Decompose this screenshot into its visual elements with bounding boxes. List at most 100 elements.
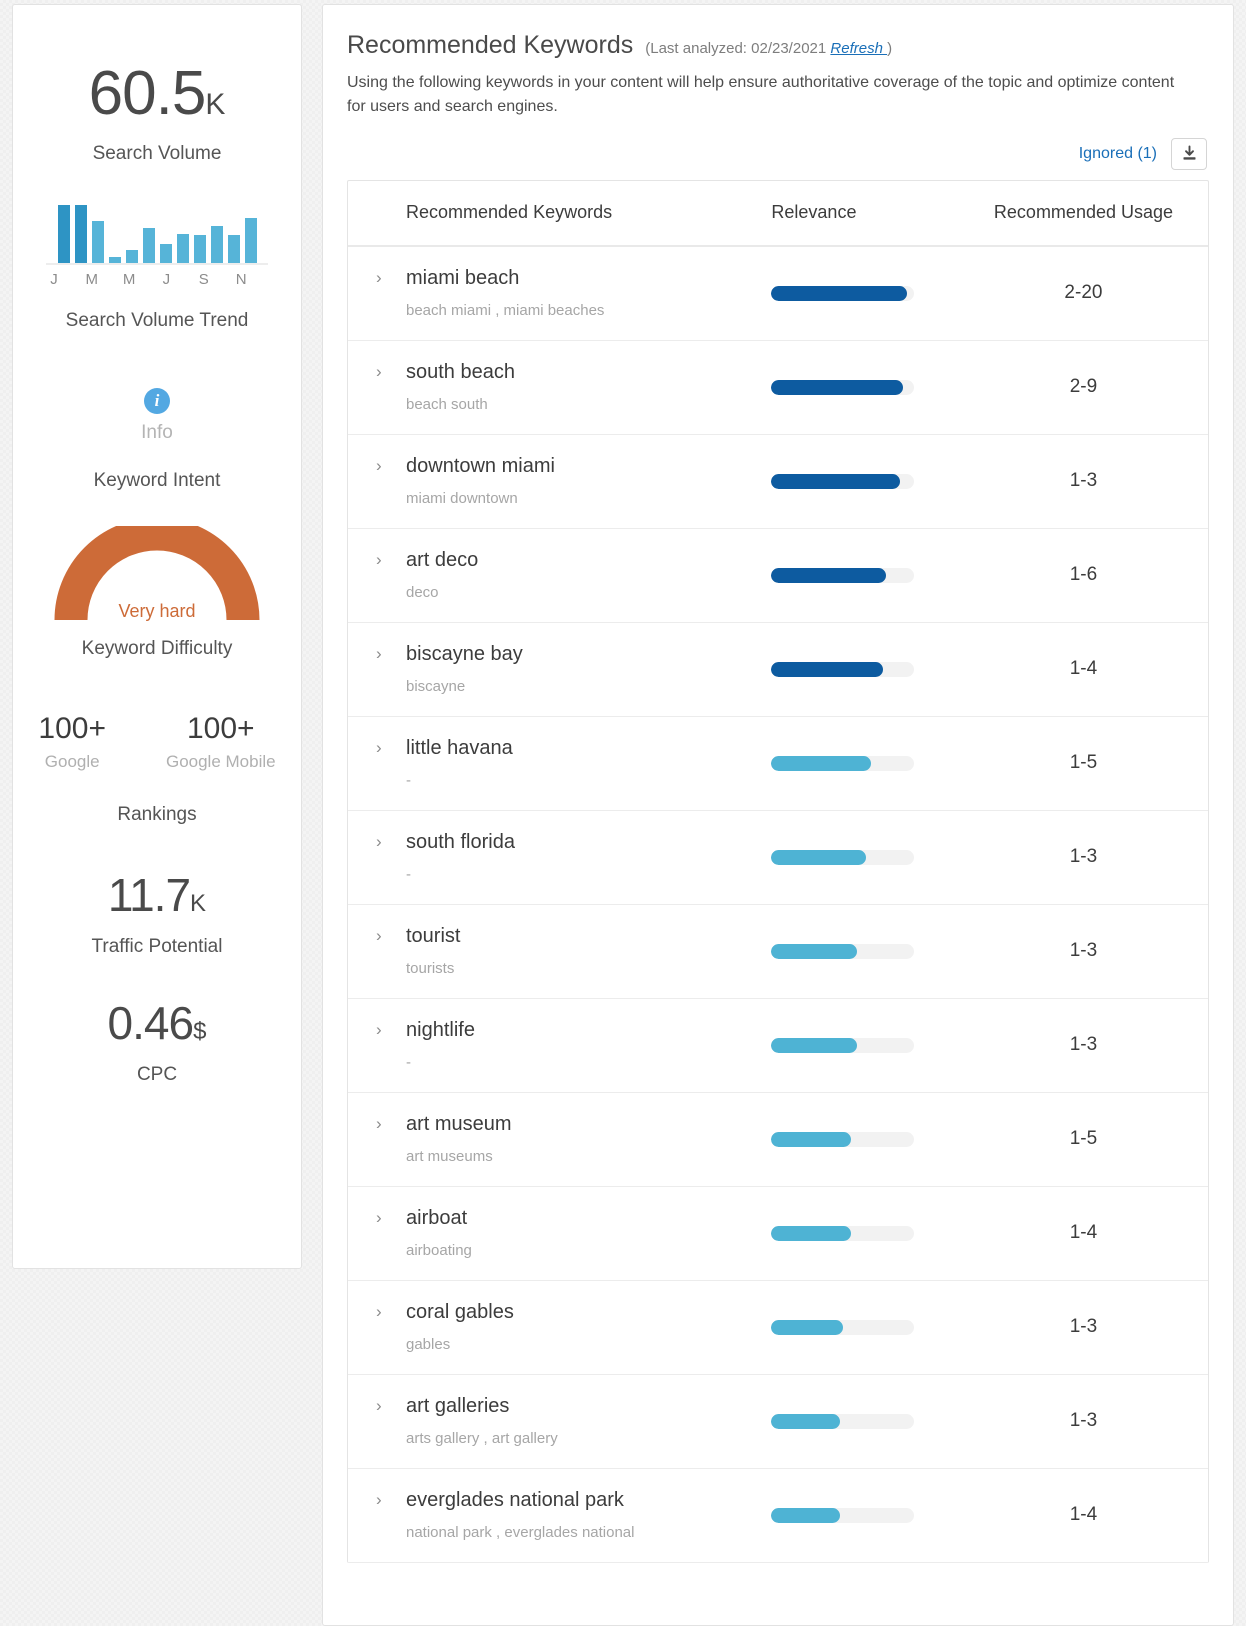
ranking-google: 100+ Google bbox=[38, 712, 106, 772]
keyword-name: coral gables bbox=[406, 1301, 514, 1324]
relevance-bar-fill bbox=[771, 661, 883, 677]
info-icon[interactable]: i bbox=[144, 388, 170, 414]
keyword-variants: art museums bbox=[406, 1148, 493, 1166]
sparkline-bar bbox=[125, 249, 138, 263]
keyword-variants: beach miami , miami beaches bbox=[406, 302, 605, 320]
table-row[interactable]: › miami beach beach miami , miami beaches 2… bbox=[348, 247, 1208, 341]
table-header-row: Recommended Keywords Relevance Recommend… bbox=[348, 181, 1208, 247]
table-row[interactable]: › biscayne bay biscayne 1-4 bbox=[348, 623, 1208, 717]
relevance-bar-track bbox=[771, 1507, 915, 1523]
keyword-variants: biscayne bbox=[406, 678, 466, 696]
table-body: › miami beach beach miami , miami beaches 2… bbox=[348, 247, 1208, 1563]
keyword-name: art museum bbox=[406, 1113, 512, 1136]
ranking-google-value: 100+ bbox=[38, 712, 106, 745]
table-row[interactable]: › little havana - 1-5 bbox=[348, 717, 1208, 811]
chevron-right-icon[interactable]: › bbox=[376, 1206, 402, 1228]
sparkline-bar bbox=[159, 243, 172, 263]
chevron-right-icon[interactable]: › bbox=[376, 1112, 402, 1134]
table-row[interactable]: › downtown miami miami downtown 1-3 bbox=[348, 435, 1208, 529]
keyword-name: south florida bbox=[406, 831, 515, 854]
traffic-potential-value: 11.7K bbox=[13, 872, 301, 918]
keyword-cell: › miami beach beach miami , miami beaches bbox=[354, 266, 771, 320]
refresh-link[interactable]: Refresh bbox=[830, 40, 887, 57]
traffic-potential-label: Traffic Potential bbox=[91, 936, 223, 957]
relevance-cell bbox=[771, 849, 965, 865]
chevron-right-icon[interactable]: › bbox=[376, 1488, 402, 1510]
recommended-usage-value: 1-5 bbox=[1069, 752, 1098, 774]
chevron-right-icon[interactable]: › bbox=[376, 830, 402, 852]
chevron-right-icon[interactable]: › bbox=[376, 1300, 402, 1322]
keyword-intent-value: Info bbox=[141, 422, 173, 443]
relevance-cell bbox=[771, 1319, 965, 1335]
search-volume-label: Search Volume bbox=[92, 143, 222, 164]
relevance-bar-track bbox=[771, 661, 915, 677]
relevance-bar-track bbox=[771, 1037, 915, 1053]
keyword-texts: everglades national park national park , … bbox=[402, 1488, 635, 1542]
table-row[interactable]: › south beach beach south 2-9 bbox=[348, 341, 1208, 435]
search-volume-trend-label: Search Volume Trend bbox=[65, 310, 249, 331]
keyword-variants: - bbox=[406, 866, 411, 884]
keyword-cell: › tourist tourists bbox=[354, 924, 771, 978]
relevance-cell bbox=[771, 661, 965, 677]
keyword-cell: › coral gables gables bbox=[354, 1300, 771, 1354]
traffic-potential-unit: K bbox=[190, 890, 207, 917]
relevance-bar-fill bbox=[771, 1507, 840, 1523]
relevance-bar-fill bbox=[771, 1131, 852, 1147]
cpc-label: CPC bbox=[136, 1064, 178, 1085]
table-row[interactable]: › tourist tourists 1-3 bbox=[348, 905, 1208, 999]
keyword-name: airboat bbox=[406, 1207, 468, 1230]
table-row[interactable]: › art galleries arts gallery , art gallery… bbox=[348, 1375, 1208, 1469]
search-volume-unit: K bbox=[205, 88, 226, 121]
relevance-cell bbox=[771, 567, 965, 583]
ignored-keywords-link[interactable]: Ignored (1) bbox=[1079, 145, 1157, 163]
keyword-name: art deco bbox=[406, 549, 479, 572]
keyword-texts: nightlife - bbox=[402, 1018, 475, 1072]
chevron-right-icon[interactable]: › bbox=[376, 1018, 402, 1040]
recommended-usage-value: 1-3 bbox=[1069, 1410, 1098, 1432]
keyword-texts: tourist tourists bbox=[402, 924, 460, 978]
chevron-right-icon[interactable]: › bbox=[376, 1394, 402, 1416]
keyword-cell: › south florida - bbox=[354, 830, 771, 884]
table-row[interactable]: › art deco deco 1-6 bbox=[348, 529, 1208, 623]
sparkline-bar bbox=[244, 217, 257, 263]
cpc-value: 0.46$ bbox=[13, 1000, 301, 1046]
sparkline-bar bbox=[210, 226, 223, 263]
sparkline-axis-labels: JMMJSN bbox=[46, 271, 268, 288]
relevance-bar-track bbox=[771, 755, 915, 771]
keyword-difficulty-label: Keyword Difficulty bbox=[81, 638, 233, 659]
keyword-texts: biscayne bay biscayne bbox=[402, 642, 523, 696]
chevron-right-icon[interactable]: › bbox=[376, 924, 402, 946]
download-button[interactable] bbox=[1171, 137, 1207, 170]
keyword-name: biscayne bay bbox=[406, 643, 523, 666]
sparkline-axis-tick: J bbox=[162, 271, 171, 288]
sparkline-axis-tick: M bbox=[85, 271, 98, 288]
relevance-bar-track bbox=[771, 849, 915, 865]
last-analyzed-meta: (Last analyzed: 02/23/2021 Refresh ) bbox=[645, 40, 892, 57]
chevron-right-icon[interactable]: › bbox=[376, 548, 402, 570]
recommended-usage-value: 1-4 bbox=[1069, 1504, 1098, 1526]
keyword-texts: airboat airboating bbox=[402, 1206, 472, 1260]
traffic-potential-number: 11.7 bbox=[107, 869, 191, 921]
keyword-name: tourist bbox=[406, 925, 461, 948]
relevance-cell bbox=[771, 1507, 965, 1523]
chevron-right-icon[interactable]: › bbox=[376, 360, 402, 382]
table-row[interactable]: › everglades national park national park ,… bbox=[348, 1469, 1208, 1563]
table-row[interactable]: › art museum art museums 1-5 bbox=[348, 1093, 1208, 1187]
table-row[interactable]: › nightlife - 1-3 bbox=[348, 999, 1208, 1093]
keyword-name: south beach bbox=[406, 361, 515, 384]
relevance-bar-fill bbox=[771, 1319, 843, 1335]
sparkline-bars bbox=[46, 203, 268, 265]
table-row[interactable]: › airboat airboating 1-4 bbox=[348, 1187, 1208, 1281]
chevron-right-icon[interactable]: › bbox=[376, 736, 402, 758]
table-row[interactable]: › coral gables gables 1-3 bbox=[348, 1281, 1208, 1375]
traffic-potential-metric: 11.7K Traffic Potential bbox=[13, 872, 301, 958]
keyword-variants: national park , everglades national bbox=[406, 1524, 635, 1542]
relevance-bar-track bbox=[771, 1319, 915, 1335]
chevron-right-icon[interactable]: › bbox=[376, 454, 402, 476]
chevron-right-icon[interactable]: › bbox=[376, 642, 402, 664]
chevron-right-icon[interactable]: › bbox=[376, 266, 402, 288]
relevance-bar-fill bbox=[771, 567, 886, 583]
table-row[interactable]: › south florida - 1-3 bbox=[348, 811, 1208, 905]
relevance-cell bbox=[771, 943, 965, 959]
search-volume-value: 60.5K bbox=[13, 63, 301, 125]
